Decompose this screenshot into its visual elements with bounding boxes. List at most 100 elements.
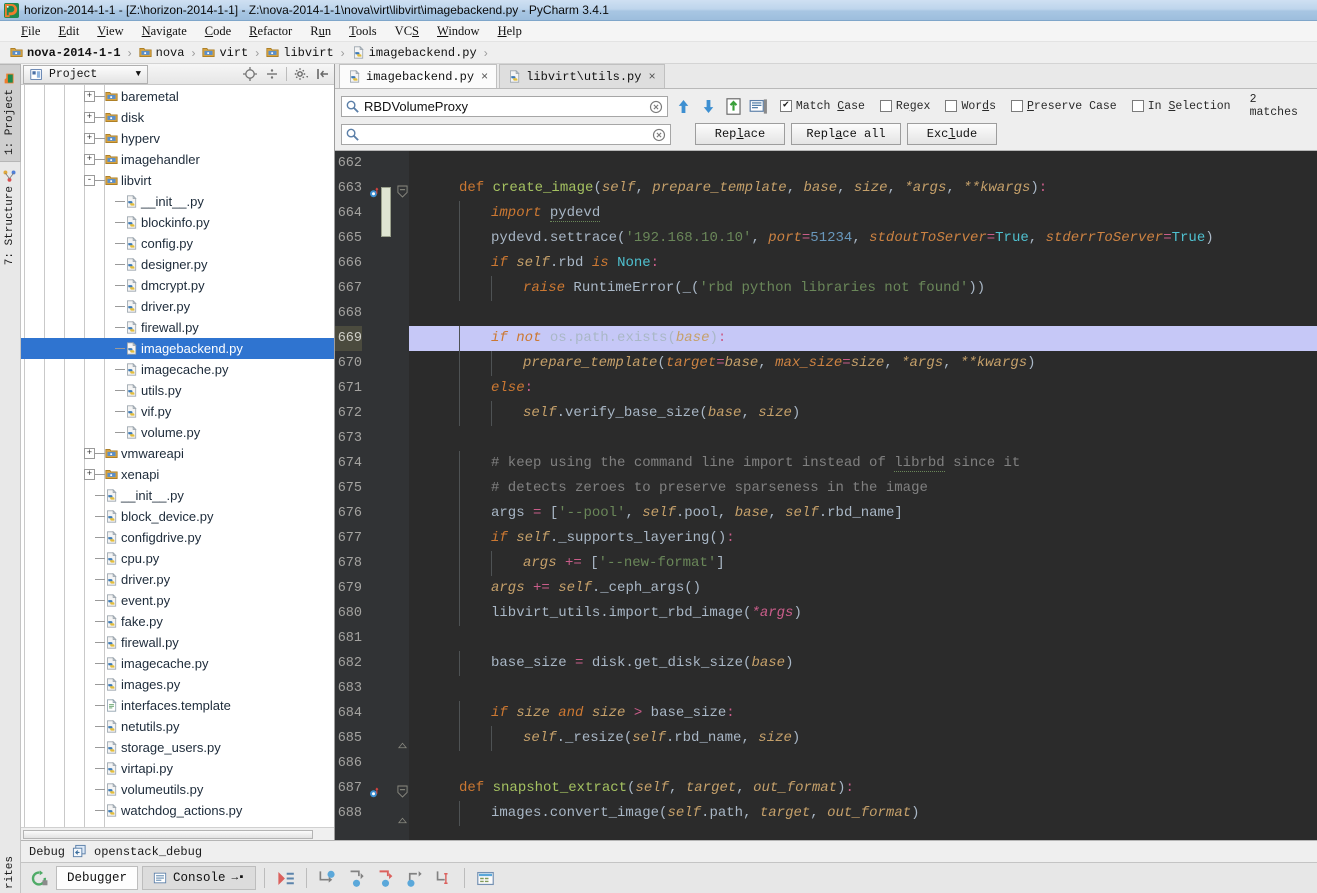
search-input[interactable] bbox=[364, 96, 645, 116]
breadcrumb-item-nova[interactable]: nova bbox=[137, 46, 187, 60]
collapse-all-icon[interactable] bbox=[264, 66, 280, 82]
close-icon[interactable]: × bbox=[648, 70, 655, 84]
code-line[interactable]: # detects zeroes to preserve sparseness … bbox=[409, 476, 1317, 501]
replace-button[interactable]: Rep l ace bbox=[695, 123, 785, 145]
tree-item[interactable]: + imagehandler bbox=[21, 149, 334, 170]
code-line[interactable]: else: bbox=[409, 376, 1317, 401]
code-line[interactable]: args += self._ceph_args() bbox=[409, 576, 1317, 601]
preserve-case-option[interactable]: Preserve Case bbox=[1010, 100, 1117, 113]
tree-item[interactable]: utils.py bbox=[21, 380, 334, 401]
code-line[interactable]: def create_image(self, prepare_template,… bbox=[409, 176, 1317, 201]
gutter-cell[interactable] bbox=[365, 351, 397, 376]
code-line[interactable]: libvirt_utils.import_rbd_image(*args) bbox=[409, 601, 1317, 626]
gutter-cell[interactable] bbox=[365, 676, 397, 701]
gutter-cell[interactable] bbox=[365, 576, 397, 601]
in-selection-option[interactable]: In Selection bbox=[1131, 100, 1231, 113]
clear-search-icon[interactable] bbox=[649, 100, 663, 114]
code-line[interactable]: base_size = disk.get_disk_size(base) bbox=[409, 651, 1317, 676]
code-line[interactable]: raise RuntimeError(_('rbd python librari… bbox=[409, 276, 1317, 301]
tree-expander[interactable]: + bbox=[84, 469, 95, 480]
tree-expander[interactable]: + bbox=[84, 448, 95, 459]
code-fold-gutter[interactable] bbox=[397, 151, 409, 840]
gutter-cell[interactable] bbox=[365, 651, 397, 676]
code-line[interactable] bbox=[409, 676, 1317, 701]
code-line[interactable]: prepare_template(target=base, max_size=s… bbox=[409, 351, 1317, 376]
code-line[interactable]: if self.rbd is None: bbox=[409, 251, 1317, 276]
menu-file[interactable]: File bbox=[12, 22, 49, 41]
force-step-into-icon[interactable] bbox=[376, 869, 395, 888]
tree-item[interactable]: __init__.py bbox=[21, 191, 334, 212]
menu-navigate[interactable]: Navigate bbox=[133, 22, 196, 41]
gutter-cell[interactable] bbox=[365, 251, 397, 276]
tree-item[interactable]: + disk bbox=[21, 107, 334, 128]
tree-item[interactable]: interfaces.template bbox=[21, 695, 334, 716]
code-line[interactable]: pydevd.settrace('192.168.10.10', port = 51… bbox=[409, 226, 1317, 251]
resume-icon[interactable] bbox=[276, 869, 295, 888]
debug-config-name[interactable]: openstack_debug bbox=[94, 845, 202, 859]
chevron-down-icon[interactable]: ▼ bbox=[136, 69, 141, 79]
menu-view[interactable]: View bbox=[88, 22, 132, 41]
menu-edit[interactable]: Edit bbox=[49, 22, 88, 41]
code-fold-marker[interactable] bbox=[397, 726, 409, 751]
tree-item[interactable]: configdrive.py bbox=[21, 527, 334, 548]
run-to-cursor-icon[interactable] bbox=[434, 869, 453, 888]
gutter-cell[interactable] bbox=[365, 726, 397, 751]
menu-bar[interactable]: File Edit View Navigate Code Refactor Ru… bbox=[0, 21, 1317, 42]
words-option[interactable]: Words bbox=[945, 100, 996, 113]
code-line[interactable]: self._resize(self.rbd_name, size) bbox=[409, 726, 1317, 751]
code-line[interactable]: args = ['--pool', self.pool, base, self.… bbox=[409, 501, 1317, 526]
code-line[interactable]: import pydevd bbox=[409, 201, 1317, 226]
gutter-cell[interactable] bbox=[365, 376, 397, 401]
breakpoint-gutter[interactable] bbox=[365, 151, 397, 840]
gutter-cell[interactable] bbox=[365, 626, 397, 651]
editor-tab-libvirt-utils-py[interactable]: libvirt\utils.py × bbox=[499, 64, 665, 88]
scrollbar-thumb[interactable] bbox=[23, 830, 313, 839]
tree-item[interactable]: fake.py bbox=[21, 611, 334, 632]
tree-item[interactable]: + baremetal bbox=[21, 86, 334, 107]
words-checkbox[interactable] bbox=[945, 100, 958, 112]
gutter-cell[interactable] bbox=[365, 701, 397, 726]
tree-item[interactable]: blockinfo.py bbox=[21, 212, 334, 233]
tree-expander[interactable]: - bbox=[84, 175, 95, 186]
tab-console[interactable]: Console →▪ bbox=[142, 866, 256, 890]
project-view-selector[interactable]: Project ▼ bbox=[23, 64, 148, 84]
tree-item[interactable]: firewall.py bbox=[21, 632, 334, 653]
tree-item[interactable]: event.py bbox=[21, 590, 334, 611]
exclude-button[interactable]: Exc l ude bbox=[907, 123, 997, 145]
gutter-cell[interactable] bbox=[365, 751, 397, 776]
project-tree-scrollbar[interactable] bbox=[21, 827, 334, 840]
gutter-cell[interactable] bbox=[365, 151, 397, 176]
tool-tab-project[interactable]: 1: Project bbox=[0, 64, 21, 163]
tree-item[interactable]: firewall.py bbox=[21, 317, 334, 338]
replace-all-button[interactable]: Repl a ce all bbox=[791, 123, 901, 145]
gutter-cell[interactable] bbox=[365, 301, 397, 326]
code-text-area[interactable]: def create_image(self, prepare_template,… bbox=[409, 151, 1317, 840]
evaluate-expression-icon[interactable] bbox=[476, 869, 495, 888]
menu-refactor[interactable]: Refactor bbox=[240, 22, 301, 41]
breadcrumb-item-imagebackend-py[interactable]: imagebackend.py bbox=[350, 46, 479, 60]
replace-field-wrapper[interactable] bbox=[341, 123, 671, 145]
match-case-checkbox[interactable] bbox=[779, 100, 792, 112]
clear-replace-icon[interactable] bbox=[652, 128, 666, 142]
gutter-cell[interactable] bbox=[365, 326, 397, 351]
code-fold-marker[interactable] bbox=[397, 176, 409, 201]
gutter-cell[interactable] bbox=[365, 426, 397, 451]
tab-debugger[interactable]: Debugger bbox=[56, 866, 139, 890]
tree-item[interactable]: driver.py bbox=[21, 296, 334, 317]
menu-window[interactable]: Window bbox=[428, 22, 489, 41]
tree-item[interactable]: - libvirt bbox=[21, 170, 334, 191]
tree-item[interactable]: dmcrypt.py bbox=[21, 275, 334, 296]
code-editor[interactable]: 662 663 664 665 666 667 668 669 670 671 672 673 674 6… bbox=[335, 151, 1317, 840]
fold-end-icon[interactable] bbox=[397, 809, 408, 834]
gutter-cell[interactable] bbox=[365, 526, 397, 551]
regex-checkbox[interactable] bbox=[879, 100, 892, 112]
gutter-cell[interactable] bbox=[365, 601, 397, 626]
console-detach-arrow-icon[interactable]: →▪ bbox=[232, 872, 245, 884]
step-over-icon[interactable] bbox=[318, 869, 337, 888]
tree-item[interactable]: vif.py bbox=[21, 401, 334, 422]
tree-item-selected[interactable]: imagebackend.py bbox=[21, 338, 334, 359]
step-into-icon[interactable] bbox=[347, 869, 366, 888]
select-all-occurrences-icon[interactable] bbox=[749, 97, 768, 116]
tree-item[interactable]: volume.py bbox=[21, 422, 334, 443]
breadcrumb-item-nova-2014-1-1[interactable]: nova-2014-1-1 bbox=[8, 46, 123, 60]
